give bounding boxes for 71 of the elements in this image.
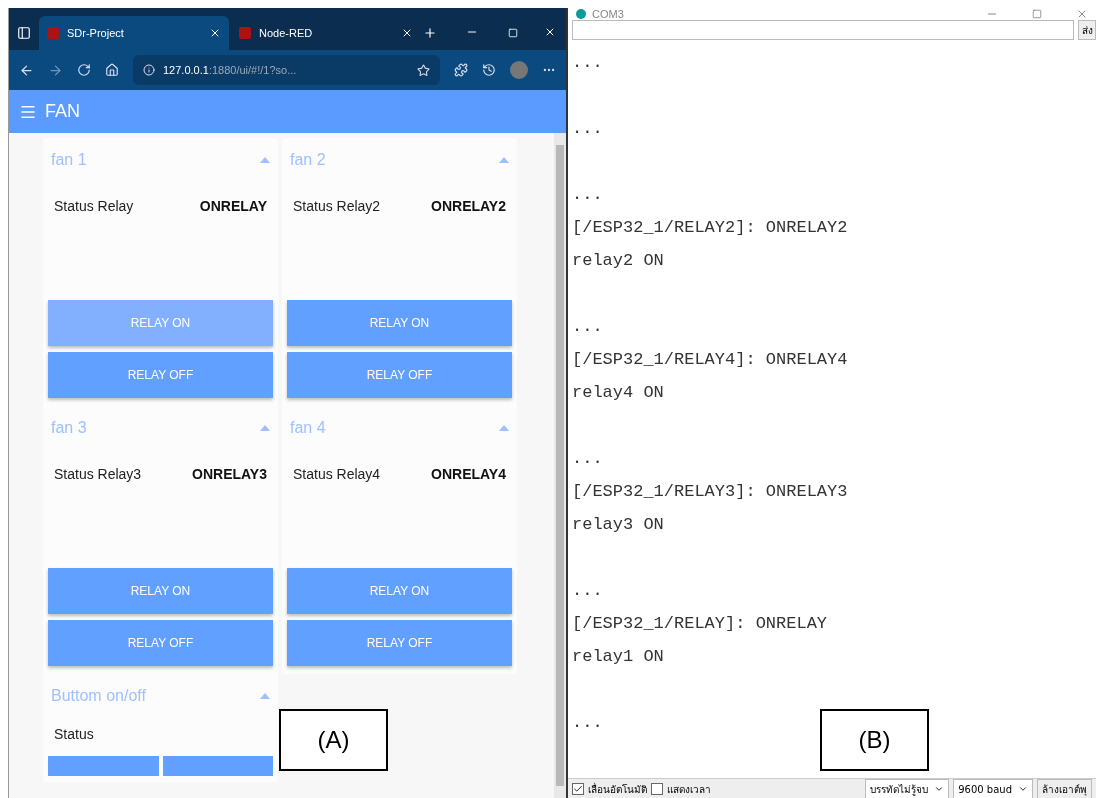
group-title: fan 4 xyxy=(290,419,326,437)
relay-button[interactable]: RELAY ON xyxy=(287,568,512,614)
baud-select[interactable]: 9600 baud xyxy=(953,779,1033,798)
status-value: ONRELAY xyxy=(199,198,267,216)
chevron-down-icon xyxy=(934,784,945,794)
status-label: Status Relay2 xyxy=(293,198,381,216)
info-icon xyxy=(143,64,155,76)
output-line: ... xyxy=(572,712,604,734)
output-line: [/ESP32_1/RELAY4]: ONRELAY4 xyxy=(572,349,849,371)
close-icon[interactable] xyxy=(209,27,221,39)
extensions-icon[interactable] xyxy=(454,63,468,77)
send-button[interactable]: ส่ง xyxy=(1078,20,1096,40)
output-line: [/ESP32_1/RELAY2]: ONRELAY2 xyxy=(572,217,849,239)
output-line: ... xyxy=(572,118,604,140)
relay-button[interactable]: RELAY OFF xyxy=(48,620,273,666)
history-icon[interactable] xyxy=(482,63,496,77)
close-icon[interactable] xyxy=(544,26,556,38)
status-label: Status Relay4 xyxy=(293,466,381,484)
output-line: [/ESP32_1/RELAY3]: ONRELAY3 xyxy=(572,481,849,503)
group-title: fan 1 xyxy=(51,151,87,169)
forward-icon[interactable] xyxy=(48,62,63,78)
output-line: [/ESP32_1/RELAY]: ONRELAY xyxy=(572,613,829,635)
checkbox[interactable] xyxy=(651,783,663,795)
clear-button[interactable]: ล้างเอาต์พุ xyxy=(1037,779,1092,798)
window-title: COM3 xyxy=(592,8,624,20)
home-icon[interactable] xyxy=(105,63,119,77)
group-title: fan 2 xyxy=(290,151,326,169)
app-icon xyxy=(576,9,586,19)
back-icon[interactable] xyxy=(19,62,34,78)
status-label: Status Relay3 xyxy=(54,466,142,484)
status-value: ONRELAY4 xyxy=(431,466,506,484)
group-title: Buttom on/off xyxy=(51,687,146,705)
favorite-icon[interactable] xyxy=(417,63,430,77)
relay-button[interactable]: RELAY ON xyxy=(48,300,273,346)
input-field[interactable] xyxy=(572,20,1074,40)
relay-button[interactable]: RELAY OFF xyxy=(287,620,512,666)
output-line: relay2 ON xyxy=(572,250,665,272)
reload-icon[interactable] xyxy=(77,63,91,77)
status-value: ONRELAY2 xyxy=(431,198,506,216)
relay-button[interactable]: RELAY ON xyxy=(287,300,512,346)
output-line: ... xyxy=(572,184,604,206)
checkbox[interactable] xyxy=(572,783,584,795)
output-line: relay3 ON xyxy=(572,514,665,536)
output-line: relay1 ON xyxy=(572,646,665,668)
dashboard-title: FAN xyxy=(45,101,80,122)
output-line: ... xyxy=(572,52,604,74)
status-label: Status xyxy=(54,726,94,742)
browser-tab[interactable]: Node-RED xyxy=(231,16,421,50)
relay-button[interactable]: RELAY OFF xyxy=(48,352,273,398)
output-line: ... xyxy=(572,580,604,602)
output-line: ... xyxy=(572,448,604,470)
line-ending-select[interactable]: บรรทัดไม่รู้จบ xyxy=(865,779,950,798)
checkbox-label: เลื่อนอัตโนมัติ xyxy=(588,781,647,797)
address-bar[interactable]: 127.0.0.1:1880/ui/#!/1?so... xyxy=(133,55,440,85)
group-title: fan 3 xyxy=(51,419,87,437)
favicon-icon xyxy=(47,27,59,39)
sidebar-icon[interactable] xyxy=(17,26,31,40)
status-value: ONRELAY3 xyxy=(192,466,267,484)
close-icon[interactable] xyxy=(401,27,413,39)
new-tab-icon[interactable] xyxy=(423,26,437,40)
output-line: relay4 ON xyxy=(572,382,665,404)
chevron-down-icon xyxy=(1018,784,1028,794)
status-label: Status Relay xyxy=(54,198,134,216)
favicon-icon xyxy=(239,27,251,39)
relay-button[interactable]: RELAY ON xyxy=(48,568,273,614)
relay-button[interactable]: RELAY OFF xyxy=(287,352,512,398)
output-line: ... xyxy=(572,316,604,338)
annotation-label: (A) xyxy=(279,709,388,771)
annotation-label: (B) xyxy=(820,709,929,771)
checkbox-label: แสดงเวลา xyxy=(667,782,711,797)
browser-tab[interactable]: SDr-Project xyxy=(39,16,229,50)
